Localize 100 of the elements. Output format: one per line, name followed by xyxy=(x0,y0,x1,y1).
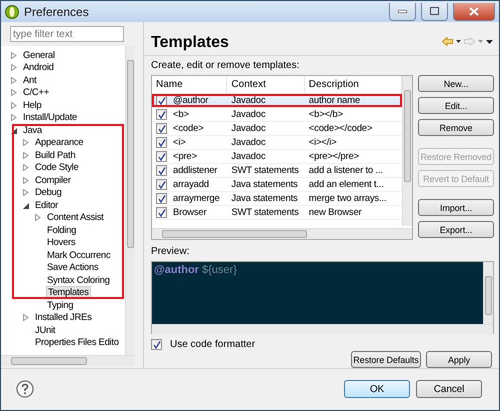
table-cell: Javadoc xyxy=(231,123,266,134)
tree-item[interactable]: Java xyxy=(22,124,43,136)
table-row[interactable]: addlistener SWT statements add a listener to ... xyxy=(152,164,402,178)
action-button[interactable]: Edit... xyxy=(418,97,494,114)
table-cell: <pre> xyxy=(173,151,197,162)
tree-item[interactable]: Syntax Coloring xyxy=(46,274,111,286)
table-row[interactable]: <code> Javadoc <code></code> xyxy=(152,122,402,136)
maximize-button[interactable] xyxy=(421,2,448,20)
table-row[interactable]: Browser SWT statements new Browser xyxy=(152,206,402,220)
table-cell: <i></i> xyxy=(308,137,336,148)
table-cell: Javadoc xyxy=(231,151,266,162)
scrollbar[interactable] xyxy=(483,262,493,324)
action-button[interactable]: Export... xyxy=(418,221,494,238)
help-icon[interactable] xyxy=(16,380,34,398)
close-button[interactable] xyxy=(453,2,495,20)
tree-item[interactable]: Debug xyxy=(34,187,62,198)
scrollbar[interactable] xyxy=(152,228,412,239)
tree-item[interactable]: Android xyxy=(22,62,55,74)
table-cell: merge two arrays... xyxy=(308,193,386,204)
scrollbar[interactable] xyxy=(152,324,493,335)
minimize-button[interactable] xyxy=(389,2,416,20)
table-cell: Javadoc xyxy=(231,109,266,120)
tree-item[interactable]: Save Actions xyxy=(46,262,100,274)
table-cell: <b></b> xyxy=(308,109,343,120)
tree-item[interactable]: Content Assist xyxy=(46,212,105,224)
table-row[interactable]: <pre> Javadoc <pre></pre> xyxy=(152,150,402,164)
checkbox[interactable] xyxy=(151,339,162,350)
dialog-button[interactable]: Cancel xyxy=(416,380,482,398)
tree-item[interactable]: Install/Update xyxy=(22,112,78,124)
checkbox[interactable] xyxy=(156,165,167,176)
action-button[interactable]: Import... xyxy=(418,199,494,216)
checkbox[interactable] xyxy=(156,123,167,134)
table-cell: addlistener xyxy=(173,165,218,176)
table-row[interactable]: <b> Javadoc <b></b> xyxy=(152,108,402,122)
collapsed-arrow-icon[interactable] xyxy=(23,139,29,146)
collapsed-arrow-icon[interactable] xyxy=(35,214,41,222)
page-button[interactable]: Apply xyxy=(426,351,492,368)
collapsed-arrow-icon[interactable] xyxy=(23,164,29,172)
table-cell: arraymerge xyxy=(173,193,220,204)
tree-item[interactable]: Ant xyxy=(22,74,38,86)
collapsed-arrow-icon[interactable] xyxy=(23,152,29,159)
tree-item[interactable]: Installed JREs xyxy=(34,312,93,324)
tree-item[interactable]: Properties Files Edito xyxy=(34,337,120,348)
table-row[interactable]: <i> Javadoc <i></i> xyxy=(152,136,402,150)
table-cell: SWT statements xyxy=(231,165,299,176)
table-cell: <b> xyxy=(173,109,189,120)
tree-item[interactable]: Appearance xyxy=(34,137,84,148)
collapsed-arrow-icon[interactable] xyxy=(11,102,17,109)
table-cell: <code> xyxy=(173,123,204,134)
table-row[interactable]: @author Javadoc author name xyxy=(152,94,402,108)
tree-item[interactable]: General xyxy=(22,50,56,61)
tree-item[interactable]: Typing xyxy=(46,300,74,311)
scrollbar[interactable] xyxy=(1,355,135,366)
dialog-button[interactable]: OK xyxy=(344,380,410,398)
expanded-arrow-icon[interactable] xyxy=(11,126,17,134)
menu-icon[interactable] xyxy=(486,40,493,44)
table-cell: <i> xyxy=(173,137,186,148)
dropdown-icon[interactable] xyxy=(456,40,461,43)
tree-item[interactable]: Mark Occurrenc xyxy=(46,250,112,261)
action-button[interactable]: Remove xyxy=(418,119,494,136)
column-header[interactable]: Name xyxy=(152,76,228,93)
checkbox[interactable] xyxy=(156,109,167,120)
checkbox[interactable] xyxy=(156,193,167,204)
tree-item[interactable]: Hovers xyxy=(46,237,76,248)
code-variable: ${user} xyxy=(202,264,237,276)
checkbox[interactable] xyxy=(156,151,167,162)
checkbox[interactable] xyxy=(156,179,167,190)
collapsed-arrow-icon[interactable] xyxy=(11,52,17,59)
expanded-arrow-icon[interactable] xyxy=(23,202,29,209)
table-row[interactable]: arrayadd Java statements add an element t... xyxy=(152,178,402,192)
checkbox-label: Use code formatter xyxy=(170,339,256,350)
tree-item[interactable]: JUnit xyxy=(34,324,56,336)
action-button[interactable]: New... xyxy=(418,75,494,92)
checkbox[interactable] xyxy=(156,137,167,148)
table-cell: Java statements xyxy=(231,179,298,190)
scrollbar[interactable] xyxy=(125,46,135,355)
collapsed-arrow-icon[interactable] xyxy=(23,189,29,196)
column-header[interactable]: Context xyxy=(227,76,305,93)
table-row[interactable]: arraymerge Java statements merge two arrays... xyxy=(152,192,402,206)
collapsed-arrow-icon[interactable] xyxy=(11,89,17,96)
collapsed-arrow-icon[interactable] xyxy=(11,76,17,84)
filter-field[interactable]: type filter text xyxy=(10,26,124,42)
maximize-icon xyxy=(430,7,439,15)
tree-item[interactable]: Editor xyxy=(34,200,60,211)
tree-item[interactable]: Build Path xyxy=(34,150,76,161)
collapsed-arrow-icon[interactable] xyxy=(11,64,17,72)
collapsed-arrow-icon[interactable] xyxy=(23,176,29,184)
tree-item[interactable]: Folding xyxy=(46,224,78,236)
tree-item[interactable]: C/C++ xyxy=(22,87,50,98)
table-cell: SWT statements xyxy=(231,207,299,218)
tree-item[interactable]: Compiler xyxy=(34,174,72,186)
window-title: Preferences xyxy=(24,4,90,18)
tree-item[interactable]: Help xyxy=(22,100,42,111)
scrollbar[interactable] xyxy=(402,76,412,226)
page-button[interactable]: Restore Defaults xyxy=(351,351,421,368)
page-title: Templates xyxy=(151,34,229,52)
tree-item[interactable]: Code Style xyxy=(34,162,80,174)
collapsed-arrow-icon[interactable] xyxy=(23,314,29,322)
checkbox[interactable] xyxy=(156,207,167,218)
collapsed-arrow-icon[interactable] xyxy=(11,114,17,122)
